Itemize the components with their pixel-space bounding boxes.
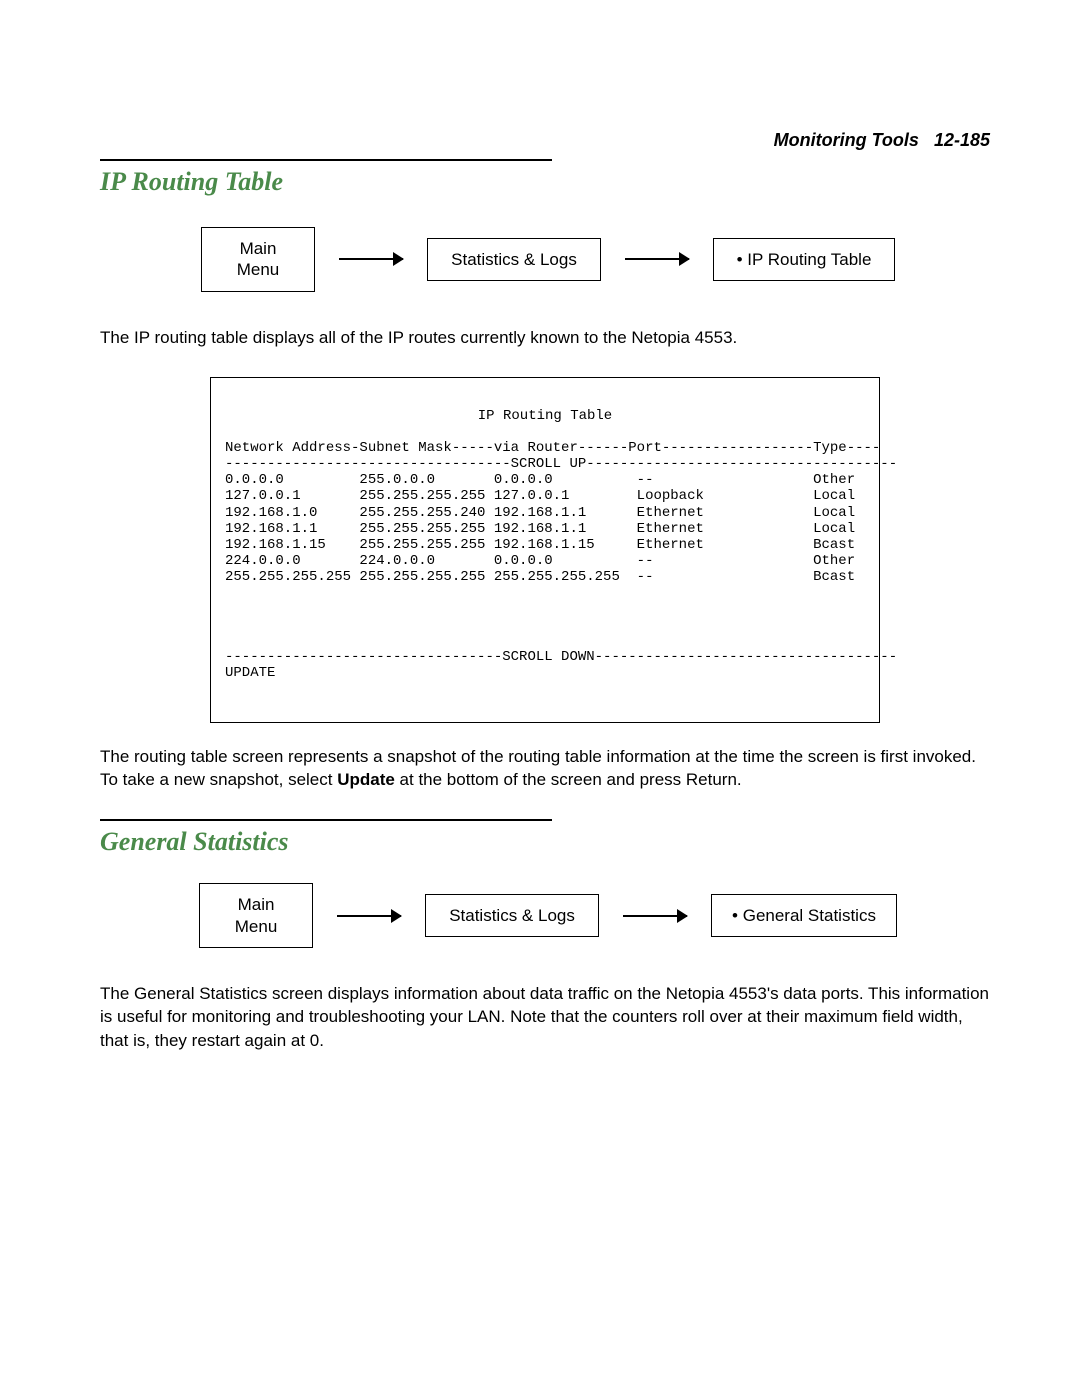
page-reference: 12-185 bbox=[934, 130, 990, 150]
nav-label: Statistics & Logs bbox=[451, 250, 577, 269]
nav-label: IP Routing Table bbox=[747, 250, 871, 269]
arrow-icon bbox=[623, 915, 687, 917]
bullet-icon: • bbox=[732, 906, 743, 925]
paragraph: The IP routing table displays all of the… bbox=[100, 326, 990, 349]
arrow-icon bbox=[339, 258, 403, 260]
running-header: Monitoring Tools 12-185 bbox=[100, 130, 990, 151]
section-heading-general-statistics: General Statistics bbox=[100, 827, 990, 857]
breadcrumb-nav: Main Menu Statistics & Logs • IP Routing… bbox=[106, 227, 990, 292]
section-divider bbox=[100, 159, 552, 161]
table-row: 127.0.0.1 255.255.255.255 127.0.0.1 Loop… bbox=[225, 488, 855, 504]
section-divider bbox=[100, 819, 552, 821]
table-row: 192.168.1.1 255.255.255.255 192.168.1.1 … bbox=[225, 521, 855, 537]
arrow-icon bbox=[337, 915, 401, 917]
nav-label: Main bbox=[238, 895, 275, 914]
terminal-scroll-up: ----------------------------------SCROLL… bbox=[225, 456, 897, 472]
paragraph: The General Statistics screen displays i… bbox=[100, 982, 990, 1052]
nav-main-menu: Main Menu bbox=[201, 227, 315, 292]
table-row: 192.168.1.15 255.255.255.255 192.168.1.1… bbox=[225, 537, 855, 553]
nav-label: Statistics & Logs bbox=[449, 906, 575, 925]
nav-stats-logs: Statistics & Logs bbox=[427, 238, 601, 281]
terminal-scroll-down: ---------------------------------SCROLL … bbox=[225, 649, 897, 665]
bold-word-update: Update bbox=[337, 770, 395, 789]
terminal-update: UPDATE bbox=[225, 665, 275, 681]
document-page: Monitoring Tools 12-185 IP Routing Table… bbox=[0, 0, 1080, 1397]
bullet-icon: • bbox=[737, 250, 748, 269]
terminal-title: IP Routing Table bbox=[225, 408, 865, 424]
running-title: Monitoring Tools bbox=[774, 130, 919, 150]
table-row: 0.0.0.0 255.0.0.0 0.0.0.0 -- Other bbox=[225, 472, 855, 488]
breadcrumb-nav: Main Menu Statistics & Logs • General St… bbox=[106, 883, 990, 948]
paragraph: The routing table screen represents a sn… bbox=[100, 745, 990, 792]
nav-main-menu: Main Menu bbox=[199, 883, 313, 948]
section-heading-ip-routing: IP Routing Table bbox=[100, 167, 990, 197]
table-row: 224.0.0.0 224.0.0.0 0.0.0.0 -- Other bbox=[225, 553, 855, 569]
text-fragment: at the bottom of the screen and press Re… bbox=[395, 770, 742, 789]
nav-label: General Statistics bbox=[743, 906, 876, 925]
table-row: 255.255.255.255 255.255.255.255 255.255.… bbox=[225, 569, 855, 585]
terminal-screen: IP Routing Table Network Address-Subnet … bbox=[210, 377, 880, 723]
nav-general-statistics: • General Statistics bbox=[711, 894, 897, 937]
nav-label: Main bbox=[240, 239, 277, 258]
terminal-header-row: Network Address-Subnet Mask-----via Rout… bbox=[225, 440, 880, 456]
table-row: 192.168.1.0 255.255.255.240 192.168.1.1 … bbox=[225, 505, 855, 521]
nav-stats-logs: Statistics & Logs bbox=[425, 894, 599, 937]
nav-ip-routing-table: • IP Routing Table bbox=[713, 238, 895, 281]
nav-label: Menu bbox=[235, 917, 278, 936]
arrow-icon bbox=[625, 258, 689, 260]
nav-label: Menu bbox=[237, 260, 280, 279]
